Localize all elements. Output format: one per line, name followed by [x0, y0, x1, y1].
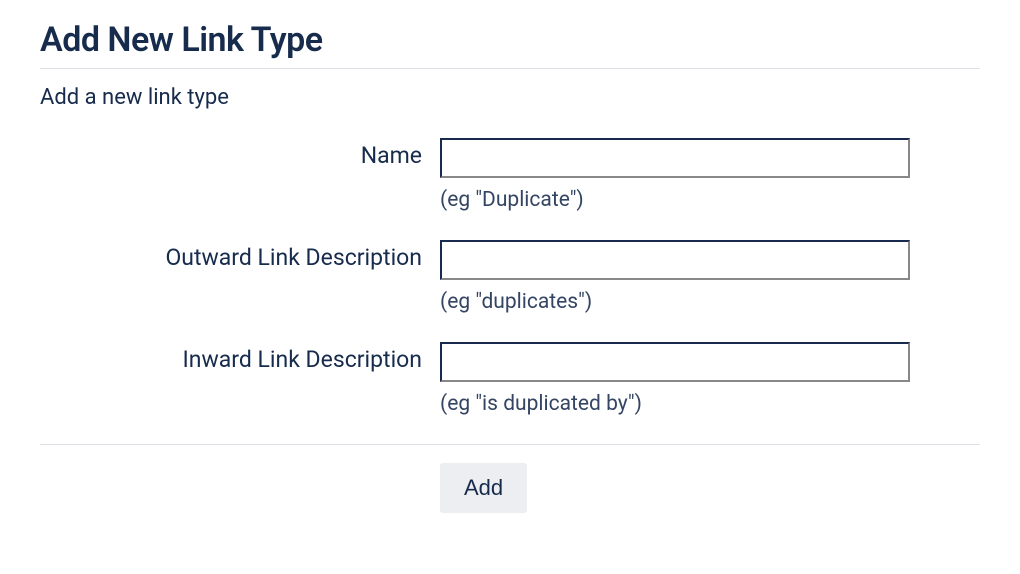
- form-divider: [40, 444, 980, 445]
- inward-hint: (eg "is duplicated by"): [440, 392, 910, 416]
- page-subtitle: Add a new link type: [40, 85, 980, 110]
- form-row-name: Name (eg "Duplicate"): [40, 138, 980, 212]
- page-title: Add New Link Type: [40, 20, 980, 68]
- outward-label: Outward Link Description: [40, 240, 440, 271]
- add-button[interactable]: Add: [440, 463, 527, 513]
- name-hint: (eg "Duplicate"): [440, 188, 910, 212]
- outward-hint: (eg "duplicates"): [440, 290, 910, 314]
- form-row-inward: Inward Link Description (eg "is duplicat…: [40, 342, 980, 416]
- button-row: Add: [40, 463, 980, 513]
- outward-input[interactable]: [440, 240, 910, 280]
- title-divider: [40, 68, 980, 69]
- inward-label: Inward Link Description: [40, 342, 440, 373]
- name-label: Name: [40, 138, 440, 169]
- form-row-outward: Outward Link Description (eg "duplicates…: [40, 240, 980, 314]
- name-input[interactable]: [440, 138, 910, 178]
- inward-input[interactable]: [440, 342, 910, 382]
